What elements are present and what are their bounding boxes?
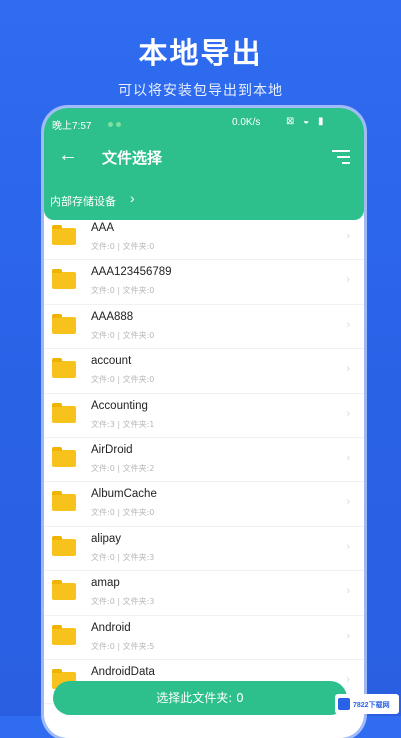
folder-list: AAA 文件:0 | 文件夹:0 › AAA123456789 文件:0 | 文件夹:0… xyxy=(44,216,364,705)
folder-row[interactable]: AAA888 文件:0 | 文件夹:0 › xyxy=(44,305,364,350)
status-bar: 晚上7:57 0.0K/s ⊠ ◒ ▮ xyxy=(44,108,364,134)
promo-subtitle: 可以将安装包导出到本地 xyxy=(118,83,283,99)
notification-dot-icon xyxy=(108,122,113,127)
watermark-icon xyxy=(338,698,350,710)
folder-meta: 文件:0 | 文件夹:0 xyxy=(91,375,155,385)
folder-icon xyxy=(52,446,76,467)
folder-meta: 文件:0 | 文件夹:3 xyxy=(91,597,155,607)
sort-icon[interactable] xyxy=(332,150,350,168)
folder-name: Accounting xyxy=(91,399,148,412)
chevron-right-icon: › xyxy=(346,496,350,509)
folder-name: alipay xyxy=(91,532,122,545)
chevron-right-icon: › xyxy=(346,673,350,686)
folder-meta: 文件:0 | 文件夹:5 xyxy=(91,641,155,651)
folder-meta: 文件:0 | 文件夹:0 xyxy=(91,242,155,251)
folder-name: AirDroid xyxy=(91,443,133,456)
folder-name: AlbumCache xyxy=(91,488,157,501)
chevron-right-icon: › xyxy=(346,363,350,376)
folder-name: AAA123456789 xyxy=(91,266,172,279)
notification-dot-icon xyxy=(116,122,121,127)
folder-row[interactable]: Android 文件:0 | 文件夹:5 › xyxy=(44,616,364,660)
back-arrow-icon[interactable]: ← xyxy=(58,144,78,167)
chevron-right-icon: › xyxy=(346,407,350,420)
folder-icon xyxy=(52,580,76,601)
chevron-right-icon: › xyxy=(346,585,350,598)
watermark-text: 7822下载网 xyxy=(353,702,390,709)
folder-meta: 文件:0 | 文件夹:2 xyxy=(91,463,155,473)
folder-name: AAA xyxy=(91,222,115,234)
folder-icon xyxy=(52,624,76,645)
network-speed: 0.0K/s xyxy=(232,117,261,128)
page-title: 文件选择 xyxy=(102,149,163,167)
folder-name: amap xyxy=(91,577,120,590)
folder-icon xyxy=(52,313,76,334)
chevron-right-icon: › xyxy=(346,540,350,553)
folder-row[interactable]: AirDroid 文件:0 | 文件夹:2 › xyxy=(44,438,364,483)
status-icons: ⊠ ◒ ▮ xyxy=(286,116,327,127)
watermark-logo: 7822下载网 xyxy=(335,694,399,714)
folder-row[interactable]: Accounting 文件:3 | 文件夹:1 › xyxy=(44,394,364,438)
folder-meta: 文件:0 | 文件夹:0 xyxy=(91,286,155,296)
status-time: 晚上7:57 xyxy=(52,121,92,132)
folder-meta: 文件:0 | 文件夹:3 xyxy=(91,552,155,562)
folder-name: AndroidData xyxy=(91,665,155,678)
chevron-right-icon: › xyxy=(346,230,350,242)
app-bar: ← 文件选择 xyxy=(44,134,364,180)
folder-name: AAA888 xyxy=(91,310,134,323)
breadcrumb[interactable]: 内部存储设备 › xyxy=(44,180,364,220)
select-folder-button[interactable]: 选择此文件夹: 0 xyxy=(53,681,347,715)
folder-icon xyxy=(52,358,76,379)
folder-meta: 文件:0 | 文件夹:0 xyxy=(91,330,155,340)
folder-icon xyxy=(52,491,76,512)
folder-meta: 文件:3 | 文件夹:1 xyxy=(91,419,155,429)
folder-row[interactable]: account 文件:0 | 文件夹:0 › xyxy=(44,349,364,394)
folder-meta: 文件:0 | 文件夹:0 xyxy=(91,508,155,518)
notification-dots xyxy=(108,119,124,130)
chevron-right-icon: › xyxy=(346,318,350,331)
folder-row[interactable]: AAA 文件:0 | 文件夹:0 › xyxy=(44,216,364,261)
folder-row[interactable]: AlbumCache 文件:0 | 文件夹:0 › xyxy=(44,482,364,527)
folder-row[interactable]: alipay 文件:0 | 文件夹:3 › xyxy=(44,527,364,572)
folder-icon xyxy=(52,402,76,423)
folder-row[interactable]: AAA123456789 文件:0 | 文件夹:0 › xyxy=(44,260,364,305)
folder-icon xyxy=(52,225,76,245)
chevron-right-icon: › xyxy=(130,190,135,206)
folder-icon xyxy=(52,535,76,556)
folder-name: account xyxy=(91,355,132,368)
folder-name: Android xyxy=(91,621,131,634)
folder-icon xyxy=(52,269,76,290)
promo-title: 本地导出 xyxy=(138,36,263,70)
chevron-right-icon: › xyxy=(346,274,350,287)
chevron-right-icon: › xyxy=(346,451,350,464)
chevron-right-icon: › xyxy=(346,629,350,642)
folder-row[interactable]: amap 文件:0 | 文件夹:3 › xyxy=(44,571,364,616)
phone-frame: 晚上7:57 0.0K/s ⊠ ◒ ▮ ← 文件选择 内部存储设备 › AAA 文… xyxy=(44,108,364,738)
breadcrumb-item-internal-storage[interactable]: 内部存储设备 xyxy=(50,193,116,209)
